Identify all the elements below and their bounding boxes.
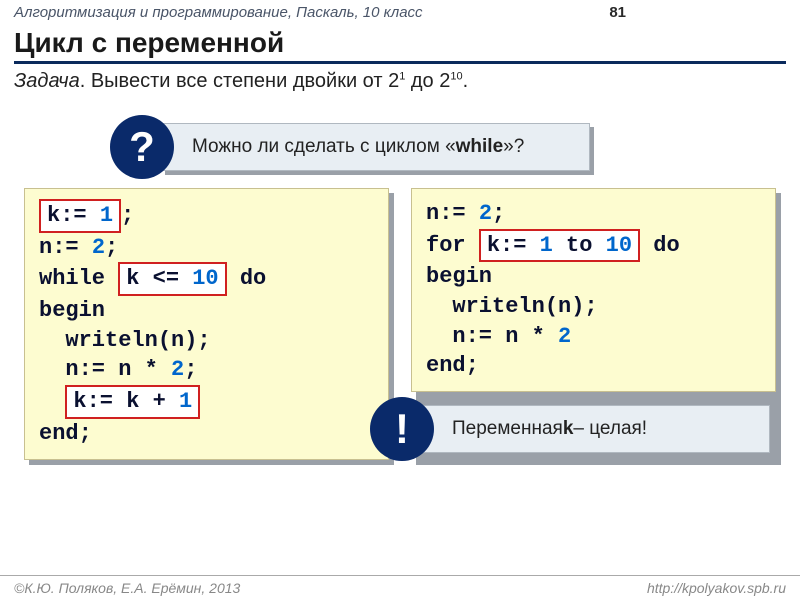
subject-text: Алгоритмизация и программирование, Паска… (14, 4, 423, 21)
task-mid: до 2 (405, 70, 450, 92)
task-text: . Вывести все степени двойки от 2 (80, 70, 399, 92)
task-exp2: 10 (450, 70, 462, 82)
footer-authors: ©К.Ю. Поляков, Е.А. Ерёмин, 2013 (14, 580, 240, 596)
code-right: n:= 2; for k:= 1 to 10 do begin writeln(… (411, 188, 776, 392)
title-block: Цикл с переменной (0, 25, 800, 64)
line-4: begin (39, 296, 374, 326)
callout-text-post: »? (503, 136, 524, 158)
exclaim-icon: ! (370, 397, 434, 461)
header-bar: Алгоритмизация и программирование, Паска… (0, 0, 800, 25)
callout-box: Можно ли сделать с циклом «while»? (161, 123, 590, 171)
code-panel-while: k:= 1; n:= 2; while k <= 10 do begin wri… (24, 188, 389, 460)
callout-text-post: – целая! (573, 418, 647, 440)
callout-kw: while (456, 136, 504, 158)
page-number: 81 (609, 4, 786, 21)
callout-text-pre: Переменная (452, 418, 563, 440)
callout-box: Переменная k – целая! (421, 405, 770, 453)
line-3: begin (426, 262, 761, 292)
question-icon: ? (110, 115, 174, 179)
line-1: n:= 2; (426, 199, 761, 229)
line-8: end; (39, 419, 374, 449)
line-2: n:= 2; (39, 233, 374, 263)
line-5: n:= n * 2 (426, 322, 761, 352)
line-5: writeln(n); (39, 326, 374, 356)
line-1: k:= 1; (39, 199, 374, 233)
code-left: k:= 1; n:= 2; while k <= 10 do begin wri… (24, 188, 389, 460)
line-2: for k:= 1 to 10 do (426, 229, 761, 263)
callout-text-pre: Можно ли сделать с циклом « (192, 136, 456, 158)
line-7: k:= k + 1 (39, 385, 374, 419)
footer: ©К.Ю. Поляков, Е.А. Ерёмин, 2013 http://… (0, 575, 800, 600)
line-3: while k <= 10 do (39, 262, 374, 296)
line-6: n:= n * 2; (39, 355, 374, 385)
main-title: Цикл с переменной (14, 27, 786, 59)
line-4: writeln(n); (426, 292, 761, 322)
line-6: end; (426, 351, 761, 381)
task-line: Задача. Вывести все степени двойки от 2 1… (0, 64, 800, 99)
task-label: Задача (14, 70, 80, 92)
footer-url: http://kpolyakov.spb.ru (647, 580, 786, 596)
callout-var: k (563, 418, 574, 440)
task-end: . (463, 70, 469, 92)
